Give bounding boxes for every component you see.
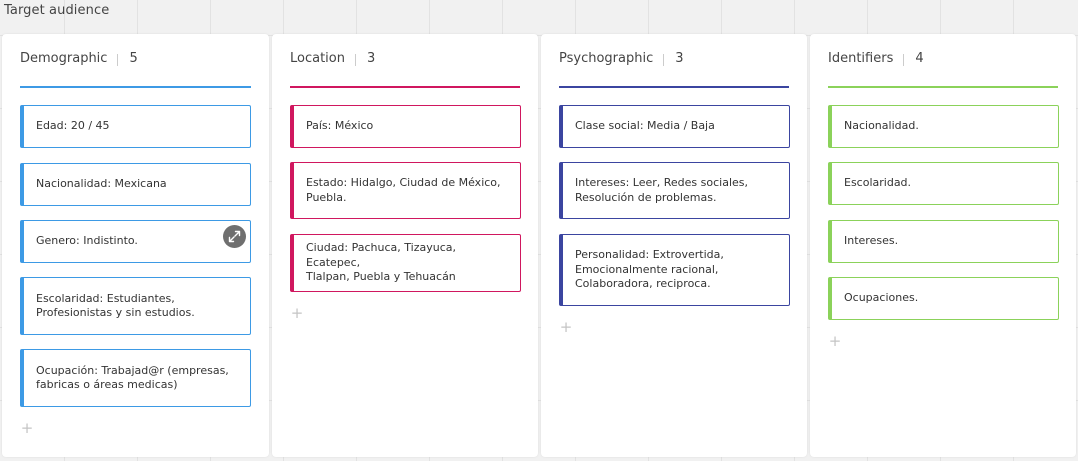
header-divider xyxy=(663,54,665,66)
card[interactable]: Genero: Indistinto. xyxy=(20,220,251,263)
plus-icon: + xyxy=(20,419,34,437)
card[interactable]: Clase social: Media / Baja xyxy=(559,105,790,148)
header-divider xyxy=(117,54,119,66)
card-text: Ocupación: Trabajad@r (empresas, fabrica… xyxy=(36,363,229,392)
card-text: Clase social: Media / Baja xyxy=(575,119,715,133)
card-text: Ciudad: Pachuca, Tizayuca, Ecatepec, Tla… xyxy=(306,241,456,284)
card-text: Nacionalidad. xyxy=(844,119,919,133)
card[interactable]: Personalidad: Extrovertida, Emocionalmen… xyxy=(559,234,790,306)
card[interactable]: Intereses: Leer, Redes sociales, Resoluc… xyxy=(559,162,790,219)
column-title: Demographic xyxy=(20,51,108,66)
add-card-button[interactable]: + xyxy=(559,318,573,336)
card-text: Nacionalidad: Mexicana xyxy=(36,177,167,191)
card[interactable]: Ocupaciones. xyxy=(828,277,1059,320)
plus-icon: + xyxy=(290,304,304,322)
column-psychographic: Psychographic 3 Clase social: Media / Ba… xyxy=(541,34,807,457)
add-card-button[interactable]: + xyxy=(20,419,34,437)
card-count: 3 xyxy=(366,51,376,66)
card-text: Personalidad: Extrovertida, Emocionalmen… xyxy=(575,248,724,291)
add-card-button[interactable]: + xyxy=(828,332,842,350)
card[interactable]: País: México xyxy=(290,105,521,148)
column-title: Psychographic xyxy=(559,51,654,66)
card-text: Escolaridad: Estudiantes, Profesionistas… xyxy=(36,291,195,320)
card[interactable]: Ciudad: Pachuca, Tizayuca, Ecatepec, Tla… xyxy=(290,234,521,292)
column-demographic: Demographic 5 Edad: 20 / 45 Nacionalidad… xyxy=(2,34,269,457)
card-count: 4 xyxy=(915,51,924,66)
plus-icon: + xyxy=(828,332,842,350)
column-header[interactable]: Identifiers 4 xyxy=(828,51,1058,87)
add-card-button[interactable]: + xyxy=(290,304,304,322)
column-location: Location 3 País: México Estado: Hidalgo,… xyxy=(272,34,538,457)
header-divider xyxy=(903,54,905,66)
expand-icon[interactable] xyxy=(223,225,246,248)
column-header[interactable]: Location 3 xyxy=(290,51,520,87)
card-text: Edad: 20 / 45 xyxy=(36,119,110,133)
column-accent-line xyxy=(290,86,520,88)
card-text: Intereses: Leer, Redes sociales, Resoluc… xyxy=(575,176,749,204)
card[interactable]: Intereses. xyxy=(828,220,1059,263)
card-text: Ocupaciones. xyxy=(844,291,919,305)
column-accent-line xyxy=(20,86,251,88)
card[interactable]: Ocupación: Trabajad@r (empresas, fabrica… xyxy=(20,349,251,407)
card-text: Escolaridad. xyxy=(844,176,912,190)
card-text: Genero: Indistinto. xyxy=(36,234,138,248)
card[interactable]: Edad: 20 / 45 xyxy=(20,105,251,148)
card-count: 3 xyxy=(675,51,684,66)
card-text: Estado: Hidalgo, Ciudad de México, Puebl… xyxy=(306,176,501,204)
card-count: 5 xyxy=(129,51,138,66)
column-accent-line xyxy=(828,86,1058,88)
column-identifiers: Identifiers 4 Nacionalidad. Escolaridad.… xyxy=(810,34,1076,457)
column-header[interactable]: Demographic 5 xyxy=(20,51,251,87)
card[interactable]: Nacionalidad. xyxy=(828,105,1059,148)
column-accent-line xyxy=(559,86,789,88)
board-title: Target audience xyxy=(4,3,110,18)
card-text: País: México xyxy=(306,119,374,133)
card[interactable]: Escolaridad. xyxy=(828,162,1059,205)
header-divider xyxy=(354,54,356,66)
card[interactable]: Nacionalidad: Mexicana xyxy=(20,163,251,206)
column-header[interactable]: Psychographic 3 xyxy=(559,51,789,87)
card[interactable]: Estado: Hidalgo, Ciudad de México, Puebl… xyxy=(290,162,521,219)
column-title: Identifiers xyxy=(828,51,894,66)
card-text: Intereses. xyxy=(844,234,899,248)
plus-icon: + xyxy=(559,318,573,336)
column-title: Location xyxy=(290,51,345,66)
card[interactable]: Escolaridad: Estudiantes, Profesionistas… xyxy=(20,277,251,335)
